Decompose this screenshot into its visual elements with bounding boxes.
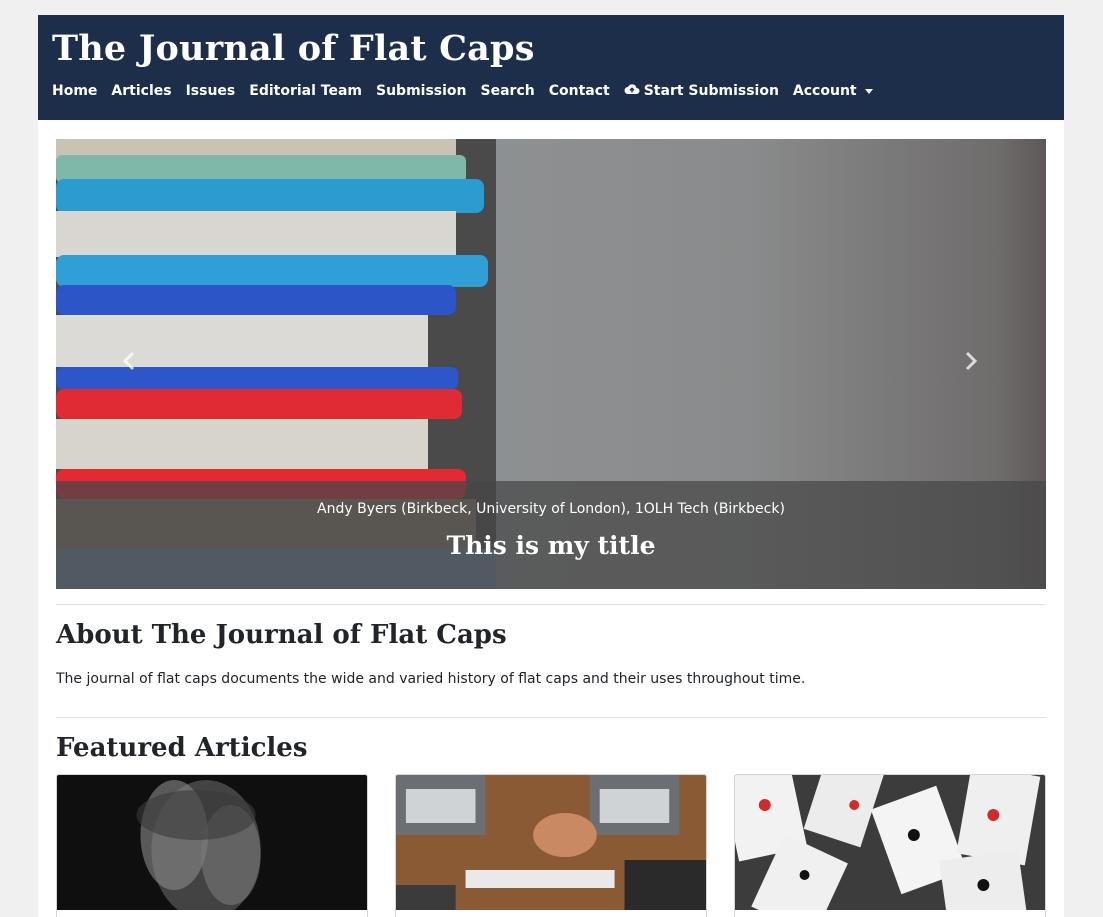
featured-article-card[interactable] xyxy=(395,774,707,917)
caption-title[interactable]: This is my title xyxy=(56,531,1046,560)
site-title[interactable]: The Journal of Flat Caps xyxy=(52,28,535,69)
nav-search-label: Search xyxy=(480,83,535,99)
nav-account-dropdown[interactable]: Account xyxy=(793,83,873,99)
nav-contact[interactable]: Contact xyxy=(549,83,610,99)
article-image xyxy=(735,775,1045,917)
caption-authors: Andy Byers (Birkbeck, University of Lond… xyxy=(317,501,785,517)
main-nav: Home Articles Issues Editorial Team Subm… xyxy=(52,83,887,99)
nav-home-label: Home xyxy=(52,83,98,99)
nav-start-submission[interactable]: Start Submission xyxy=(624,83,779,99)
page-container: The Journal of Flat Caps Home Articles I… xyxy=(38,15,1064,917)
divider xyxy=(56,604,1046,605)
nav-submission[interactable]: Submission xyxy=(376,83,467,99)
about-heading: About The Journal of Flat Caps xyxy=(56,620,507,650)
nav-editorial-team[interactable]: Editorial Team xyxy=(249,83,362,99)
nav-contact-label: Contact xyxy=(548,83,610,99)
nav-home[interactable]: Home xyxy=(52,83,97,99)
site-header: The Journal of Flat Caps Home Articles I… xyxy=(38,15,1064,120)
nav-start-submission-label: Start Submission xyxy=(643,83,779,99)
nav-editorial-team-label: Editorial Team xyxy=(249,83,362,99)
nav-articles-label: Articles xyxy=(111,83,172,99)
nav-submission-label: Submission xyxy=(376,83,467,99)
nav-issues-label: Issues xyxy=(185,83,236,99)
nav-issues[interactable]: Issues xyxy=(186,83,236,99)
article-image xyxy=(396,775,706,910)
cloud-upload-icon xyxy=(624,83,640,99)
carousel-caption: Andy Byers (Birkbeck, University of Lond… xyxy=(56,481,1046,589)
caret-down-icon xyxy=(864,88,873,94)
featured-article-card[interactable] xyxy=(56,774,368,917)
nav-articles[interactable]: Articles xyxy=(111,83,171,99)
nav-account-label: Account xyxy=(792,83,857,99)
featured-article-card[interactable] xyxy=(734,774,1046,917)
chevron-left-icon[interactable] xyxy=(122,351,136,377)
article-image xyxy=(57,775,367,917)
featured-heading: Featured Articles xyxy=(56,733,308,763)
divider xyxy=(56,717,1046,718)
about-description: The journal of flat caps documents the w… xyxy=(56,671,806,687)
chevron-right-icon[interactable] xyxy=(964,351,978,377)
nav-search[interactable]: Search xyxy=(481,83,535,99)
hero-carousel[interactable]: Andy Byers (Birkbeck, University of Lond… xyxy=(56,139,1046,589)
